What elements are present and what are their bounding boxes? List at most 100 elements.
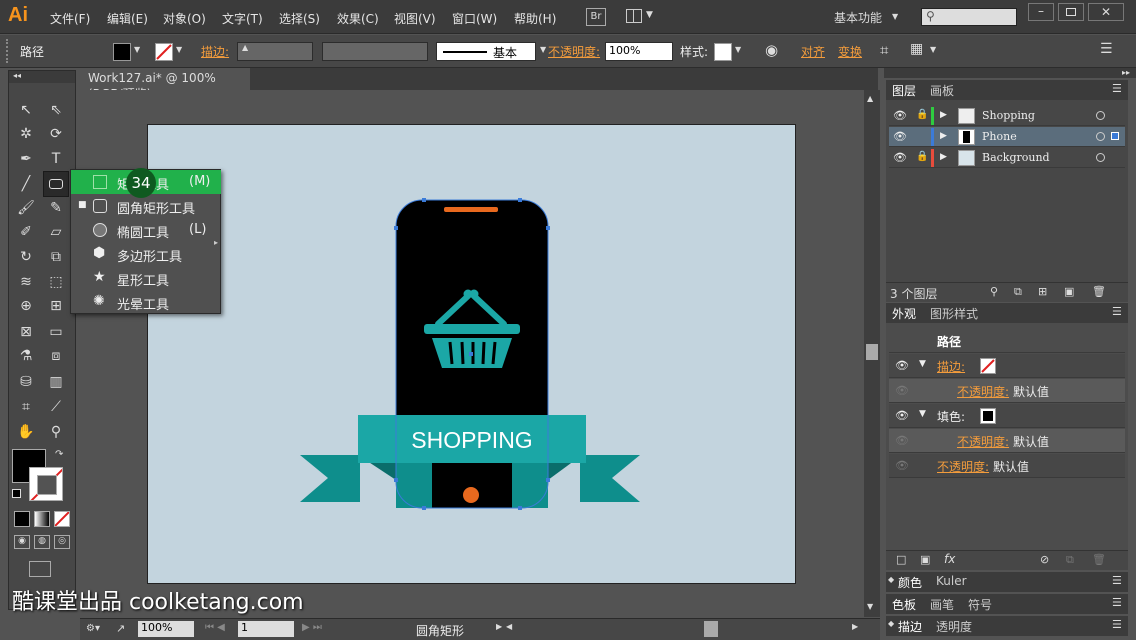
direct-selection-tool-icon[interactable]: ⇖ <box>45 99 67 121</box>
next-artboard-icon[interactable]: ▶ ⏭ <box>302 622 322 633</box>
gradient-mode-icon[interactable] <box>34 511 50 527</box>
menu-file[interactable]: 文件(F) <box>50 10 90 27</box>
selection-tool-icon[interactable]: ↖ <box>15 99 37 121</box>
default-colors-icon[interactable] <box>12 489 21 498</box>
menu-help[interactable]: 帮助(H) <box>514 10 556 27</box>
tab-appearance[interactable]: 外观 <box>892 305 916 322</box>
trash-icon[interactable]: 🗑 <box>1092 553 1106 566</box>
eye-icon[interactable]: 👁 <box>895 434 909 447</box>
menu-window[interactable]: 窗口(W) <box>452 10 497 27</box>
pencil-tool-icon[interactable]: ✎ <box>45 197 67 219</box>
maximize-button[interactable] <box>1058 3 1084 21</box>
close-button[interactable]: ✕ <box>1088 3 1124 21</box>
eyedropper-tool-icon[interactable]: ⚗ <box>15 345 37 367</box>
expand-icon[interactable]: ▶ <box>940 131 947 141</box>
eye-icon[interactable]: 👁 <box>895 409 909 422</box>
stroke-swatch[interactable] <box>155 43 173 61</box>
panel-menu-icon[interactable]: ☰ <box>1100 41 1113 57</box>
color-mode-icon[interactable] <box>14 511 30 527</box>
scroll-down-icon[interactable]: ▼ <box>867 602 873 611</box>
menu-object[interactable]: 对象(O) <box>163 10 206 27</box>
tab-brushes[interactable]: 画笔 <box>930 596 954 613</box>
document-tab[interactable]: Work127.ai* @ 100% (RGB/预览) <box>80 68 250 101</box>
chevron-down-icon[interactable]: ▼ <box>540 45 546 54</box>
width-tool-icon[interactable]: ≋ <box>15 271 37 293</box>
brush-definition[interactable]: 基本 <box>436 42 536 61</box>
expand-icon[interactable]: ◆ <box>888 619 894 628</box>
blend-tool-icon[interactable]: ⧈ <box>45 345 67 367</box>
align-link[interactable]: 对齐 <box>801 43 825 60</box>
expand-icon[interactable]: ▶ <box>940 152 947 162</box>
workspace-switcher[interactable]: 基本功能 <box>834 9 882 26</box>
menu-view[interactable]: 视图(V) <box>394 10 436 27</box>
opacity-field[interactable]: 100% <box>605 42 673 61</box>
gradient-tool-icon[interactable]: ▭ <box>45 321 67 343</box>
paintbrush-tool-icon[interactable]: 🖌 <box>15 197 37 219</box>
tab-layers[interactable]: 图层 <box>892 82 916 99</box>
appearance-stroke-opacity-row[interactable]: 👁 不透明度: 默认值 <box>889 379 1125 403</box>
chevron-down-icon[interactable]: ▼ <box>646 10 653 20</box>
stroke-weight-field[interactable]: ▲ <box>237 42 313 61</box>
scroll-up-icon[interactable]: ▲ <box>867 94 873 103</box>
opacity-label[interactable]: 不透明度: <box>937 458 989 475</box>
slice-tool-icon[interactable]: ⟋ <box>45 396 67 418</box>
stroke-color-box[interactable] <box>29 467 63 501</box>
add-fill-icon[interactable]: ▣ <box>920 553 930 566</box>
status-arrow-icon[interactable]: ▶ <box>496 622 502 631</box>
chevron-down-icon[interactable]: ▼ <box>892 12 898 21</box>
fill-swatch[interactable] <box>113 43 131 61</box>
locate-object-icon[interactable]: ⚲ <box>990 285 998 298</box>
menu-type[interactable]: 文字(T) <box>222 10 263 27</box>
appearance-stroke-row[interactable]: 👁 ▼ 描边: <box>889 354 1125 378</box>
rotate-tool-icon[interactable]: ↻ <box>15 246 37 268</box>
panel-menu-icon[interactable]: ☰ <box>1112 618 1122 631</box>
search-input[interactable]: ⚲ <box>921 8 1017 26</box>
line-tool-icon[interactable]: ╱ <box>15 173 37 195</box>
chevron-down-icon[interactable]: ▼ <box>185 623 191 632</box>
expand-icon[interactable]: ▶ <box>940 110 947 120</box>
none-mode-icon[interactable] <box>54 511 70 527</box>
mesh-tool-icon[interactable]: ⊠ <box>15 321 37 343</box>
layer-row-background[interactable]: 👁 🔒 ▶ Background <box>889 148 1125 168</box>
appearance-fill-row[interactable]: 👁 ▼ 填色: <box>889 404 1125 428</box>
tab-swatches[interactable]: 色板 <box>892 596 916 613</box>
panel-menu-icon[interactable]: ☰ <box>1112 596 1122 609</box>
collapse-icon[interactable]: ◂◂ <box>9 71 75 83</box>
stroke-swatch[interactable] <box>980 358 996 374</box>
tearoff-icon[interactable]: ▸ <box>214 238 218 247</box>
tab-symbols[interactable]: 符号 <box>968 596 992 613</box>
tab-kuler[interactable]: Kuler <box>936 574 967 588</box>
first-artboard-icon[interactable]: ⏮ ◀ <box>205 622 225 633</box>
expand-down-icon[interactable]: ▼ <box>919 359 926 369</box>
add-stroke-icon[interactable]: □ <box>896 553 906 566</box>
transform-link[interactable]: 变换 <box>838 43 862 60</box>
draw-behind-icon[interactable]: ◍ <box>34 535 50 549</box>
scroll-right-icon[interactable]: ▶ <box>852 622 858 631</box>
perspective-grid-tool-icon[interactable]: ⊞ <box>45 295 67 317</box>
appearance-object-opacity-row[interactable]: 👁 不透明度: 默认值 <box>889 454 1125 478</box>
new-sublayer-icon[interactable]: ⊞ <box>1038 285 1047 298</box>
pen-tool-icon[interactable]: ✒ <box>15 148 37 170</box>
arrange-icon[interactable]: ▦ <box>910 41 923 57</box>
menu-edit[interactable]: 编辑(E) <box>107 10 148 27</box>
vertical-scrollbar[interactable]: ▲ ▼ <box>864 90 880 617</box>
tab-artboards[interactable]: 画板 <box>930 82 954 99</box>
tab-stroke[interactable]: 描边 <box>898 618 922 635</box>
variable-width-profile[interactable] <box>322 42 428 61</box>
target-icon[interactable] <box>1096 111 1105 120</box>
artboard-tool-icon[interactable]: ⌗ <box>15 396 37 418</box>
stroke-label[interactable]: 描边: <box>937 358 965 375</box>
recolor-artwork-icon[interactable]: ◉ <box>765 41 778 59</box>
tab-graphic-styles[interactable]: 图形样式 <box>930 305 978 322</box>
chevron-down-icon[interactable]: ▼ <box>285 623 291 632</box>
hand-tool-icon[interactable]: ✋ <box>15 421 37 443</box>
scale-tool-icon[interactable]: ⧉ <box>45 246 67 268</box>
graphic-style-swatch[interactable] <box>714 43 732 61</box>
chevron-down-icon[interactable]: ▼ <box>735 45 741 54</box>
clipping-mask-icon[interactable]: ⧉ <box>1014 285 1022 299</box>
lock-icon[interactable]: 🔒 <box>916 151 928 162</box>
collapse-icon[interactable]: ▸▸ <box>884 68 1136 78</box>
status-options-icon[interactable]: ⚙▾ <box>86 623 100 634</box>
expand-icon[interactable]: ◆ <box>888 575 894 584</box>
tab-transparency[interactable]: 透明度 <box>936 618 972 635</box>
